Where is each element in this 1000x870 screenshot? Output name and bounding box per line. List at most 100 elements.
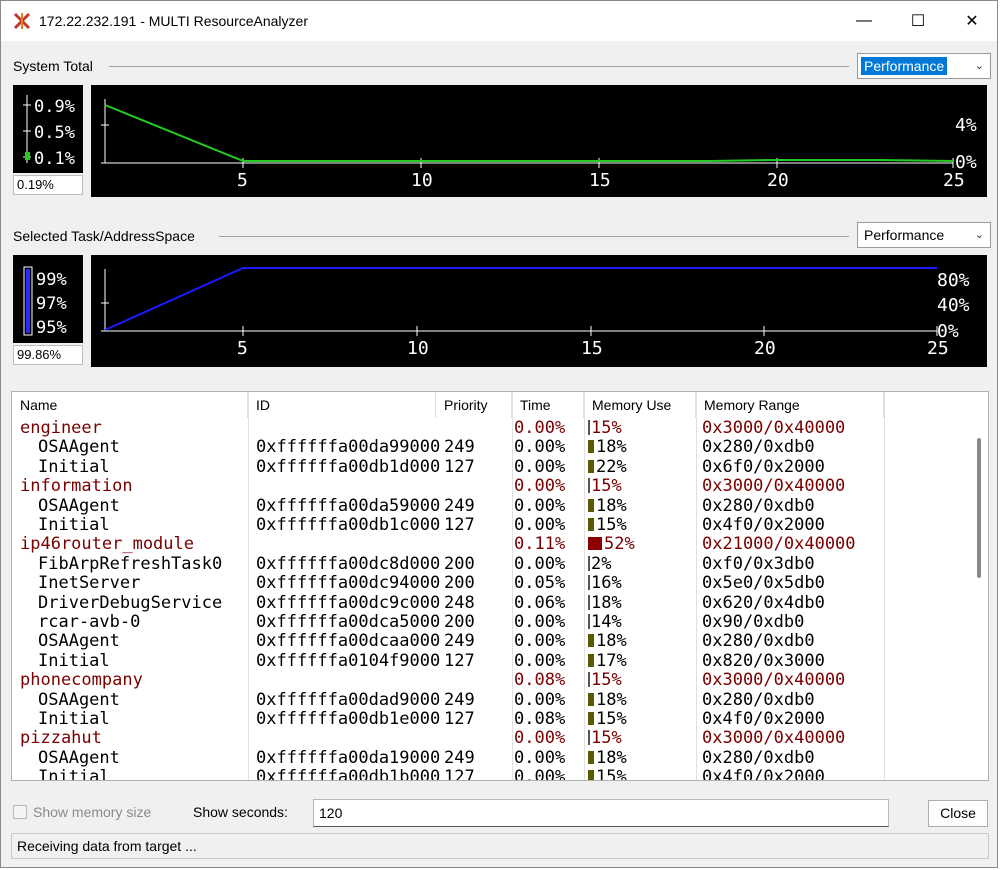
row-memory-range: 0x280/0xdb0 <box>702 495 815 516</box>
memory-bar <box>588 770 594 780</box>
memory-bar <box>588 594 590 610</box>
memory-bar <box>588 440 594 454</box>
row-time: 0.00% <box>514 631 566 652</box>
memory-use-value: 18% <box>596 631 627 652</box>
row-memory-range: 0x4f0/0x2000 <box>702 709 825 729</box>
selected-task-plot: 5 10 15 20 25 80% 40% 0% <box>101 267 970 359</box>
show-seconds-input[interactable]: 120 <box>313 799 889 827</box>
table-scrollbar[interactable] <box>970 392 988 780</box>
row-time: 0.00% <box>514 418 566 438</box>
task-row[interactable]: OSAAgent 0xffffffa00da59000 249 0.00% 18% 0x2… <box>12 495 972 516</box>
maximize-icon[interactable]: ☐ <box>895 1 941 41</box>
minimize-icon[interactable]: — <box>841 1 887 41</box>
y-tick-label: 0% <box>937 321 959 342</box>
row-id: 0xffffffa00dc9c000 <box>256 592 441 613</box>
row-memory-use: 15% <box>588 419 622 438</box>
row-time: 0.06% <box>514 592 566 613</box>
memory-use-value: 2% <box>591 553 612 574</box>
memory-bar <box>588 692 594 706</box>
column-header-time[interactable]: Time <box>512 392 584 418</box>
task-row[interactable]: OSAAgent 0xffffffa00dcaa000 249 0.00% 18% 0x2… <box>12 632 972 651</box>
memory-bar <box>588 555 590 571</box>
memory-use-value: 17% <box>596 650 627 671</box>
memory-use-value: 15% <box>591 418 622 438</box>
column-header-priority[interactable]: Priority <box>436 392 512 418</box>
memory-bar <box>588 498 594 512</box>
memory-bar <box>588 575 590 591</box>
x-tick-label: 15 <box>589 170 611 191</box>
row-memory-use: 18% <box>588 592 622 613</box>
memory-use-value: 18% <box>591 592 622 613</box>
x-tick-label: 20 <box>767 170 789 191</box>
memory-use-value: 18% <box>596 747 627 768</box>
row-memory-range: 0x280/0xdb0 <box>702 631 815 652</box>
y-tick-label: 40% <box>937 295 970 316</box>
task-row[interactable]: Initial 0xffffffa00db1d000 127 0.00% 22% 0x6f… <box>12 456 972 477</box>
memory-bar <box>588 518 594 531</box>
row-memory-range: 0x280/0xdb0 <box>702 689 815 710</box>
system-total-label: System Total <box>13 58 99 74</box>
column-header-memory-use[interactable]: Memory Use <box>584 392 696 418</box>
close-button[interactable]: Close <box>928 800 988 827</box>
process-row[interactable]: pizzahut 0.00% 15% 0x3000/0x40000 <box>12 729 972 748</box>
task-table[interactable]: Name ID Priority Time Memory Use Memory … <box>11 391 989 781</box>
x-tick-label: 25 <box>943 170 965 191</box>
task-row[interactable]: Initial 0xffffffa00db1b000 127 0.00% 15% 0x4f… <box>12 767 972 781</box>
row-priority: 249 <box>444 689 475 710</box>
y-tick-label: 4% <box>955 115 977 136</box>
process-row[interactable]: information 0.00% 15% 0x3000/0x40000 <box>12 477 972 496</box>
memory-use-value: 22% <box>596 456 627 477</box>
system-total-percent: 0.19% <box>13 175 83 195</box>
column-header-id[interactable]: ID <box>248 392 436 418</box>
scrollbar-thumb[interactable] <box>977 438 981 578</box>
row-memory-use: 15% <box>588 516 627 535</box>
system-total-mode-select[interactable]: Performance ⌄ <box>857 53 991 79</box>
row-memory-range: 0x90/0xdb0 <box>702 612 805 632</box>
x-tick-label: 15 <box>581 338 603 359</box>
row-priority: 249 <box>444 747 475 768</box>
task-row[interactable]: FibArpRefreshTask0 0xffffffa00dc8d000 200 0… <box>12 553 972 574</box>
task-row[interactable]: Initial 0xffffffa00db1c000 127 0.00% 15% 0x4f… <box>12 516 972 535</box>
section-divider <box>219 236 849 237</box>
show-memory-size-label: Show memory size <box>33 804 152 820</box>
status-bar: Receiving data from target ... <box>11 833 989 859</box>
task-row[interactable]: InetServer 0xffffffa00dc94000 200 0.05% 16% 0… <box>12 574 972 593</box>
row-name: Initial <box>38 767 110 781</box>
memory-use-value: 15% <box>591 476 622 497</box>
process-row[interactable]: phonecompany 0.08% 15% 0x3000/0x40000 <box>12 671 972 690</box>
task-row[interactable]: OSAAgent 0xffffffa00dad9000 249 0.00% 18% 0x2… <box>12 689 972 710</box>
row-memory-range: 0x820/0x3000 <box>702 650 825 671</box>
show-seconds-label: Show seconds: <box>193 804 288 820</box>
task-row[interactable]: DriverDebugService 0xffffffa00dc9c000 248 0… <box>12 592 972 613</box>
task-row[interactable]: OSAAgent 0xffffffa00da99000 249 0.00% 18% 0x2… <box>12 438 972 457</box>
memory-bar <box>588 750 594 764</box>
close-window-icon[interactable]: ✕ <box>949 1 995 41</box>
row-memory-use: 17% <box>588 650 627 671</box>
task-row[interactable]: Initial 0xffffffa00db1e000 127 0.08% 15% 0x4f… <box>12 710 972 729</box>
row-name: OSAAgent <box>38 495 120 516</box>
gauge-tick-label: 0.1% <box>34 149 75 169</box>
memory-use-value: 15% <box>596 515 627 535</box>
show-memory-size-checkbox[interactable] <box>13 805 27 819</box>
column-header-name[interactable]: Name <box>12 392 248 418</box>
row-priority: 200 <box>444 573 475 594</box>
memory-bar <box>588 537 602 551</box>
row-memory-use: 15% <box>588 768 627 780</box>
task-row[interactable]: rcar-avb-0 0xffffffa00dca5000 200 0.00% 14% 0… <box>12 613 972 632</box>
row-memory-use: 14% <box>588 613 622 632</box>
process-row[interactable]: engineer 0.00% 15% 0x3000/0x40000 <box>12 419 972 438</box>
selected-task-mode-select[interactable]: Performance ⌄ <box>857 222 991 248</box>
process-row[interactable]: ip46router_module 0.11% 52% 0x21000/0x40000 <box>12 535 972 554</box>
gauge-tick-label: 0.9% <box>34 97 75 117</box>
row-id: 0xffffffa00dcaa000 <box>256 631 441 652</box>
column-header-memory-range[interactable]: Memory Range <box>696 392 884 418</box>
task-row[interactable]: OSAAgent 0xffffffa00da19000 249 0.00% 18% 0x2… <box>12 747 972 768</box>
memory-use-value: 16% <box>591 573 622 594</box>
row-priority: 249 <box>444 437 475 458</box>
row-memory-range: 0xf0/0x3db0 <box>702 553 815 574</box>
row-priority: 127 <box>444 650 475 671</box>
row-memory-use: 15% <box>588 477 622 496</box>
x-tick-label: 10 <box>411 170 433 191</box>
memory-bar <box>588 712 594 725</box>
task-row[interactable]: Initial 0xffffffa0104f9000 127 0.00% 17% 0x82… <box>12 650 972 671</box>
